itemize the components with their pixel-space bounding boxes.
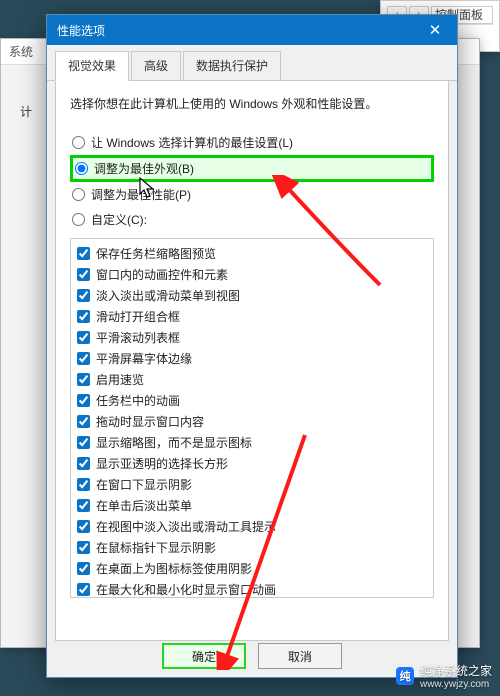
effect-item[interactable]: 窗口内的动画控件和元素	[77, 264, 427, 285]
effect-item[interactable]: 淡入淡出或滑动菜单到视图	[77, 285, 427, 306]
effect-label: 在窗口下显示阴影	[96, 476, 192, 493]
tab-pane-visual: 选择你想在此计算机上使用的 Windows 外观和性能设置。 让 Windows…	[55, 81, 449, 641]
watermark: 纯 纯净系统之家 www.ywjzy.com	[396, 662, 492, 690]
left-panel-label: 计	[20, 103, 32, 120]
effect-label: 平滑滚动列表框	[96, 329, 180, 346]
effect-checkbox[interactable]	[77, 478, 90, 491]
effect-item[interactable]: 在最大化和最小化时显示窗口动画	[77, 579, 427, 598]
effect-checkbox[interactable]	[77, 352, 90, 365]
effect-label: 显示亚透明的选择长方形	[96, 455, 228, 472]
effect-checkbox[interactable]	[77, 247, 90, 260]
effect-label: 保存任务栏缩略图预览	[96, 245, 216, 262]
effect-item[interactable]: 在单击后淡出菜单	[77, 495, 427, 516]
effect-label: 在视图中淡入淡出或滑动工具提示	[96, 518, 276, 535]
radio-label-auto: 让 Windows 选择计算机的最佳设置(L)	[91, 134, 293, 151]
radio-label-bestperf: 调整为最佳性能(P)	[91, 186, 191, 203]
radio-let-windows-choose[interactable]: 让 Windows 选择计算机的最佳设置(L)	[70, 130, 434, 155]
effect-label: 滑动打开组合框	[96, 308, 180, 325]
radio-label-custom: 自定义(C):	[91, 211, 147, 228]
effect-label: 在桌面上为图标标签使用阴影	[96, 560, 252, 577]
effect-item[interactable]: 保存任务栏缩略图预览	[77, 243, 427, 264]
effect-checkbox[interactable]	[77, 436, 90, 449]
effect-checkbox[interactable]	[77, 499, 90, 512]
effect-item[interactable]: 在窗口下显示阴影	[77, 474, 427, 495]
effect-checkbox[interactable]	[77, 583, 90, 596]
close-icon: ✕	[429, 21, 442, 39]
effect-item[interactable]: 在桌面上为图标标签使用阴影	[77, 558, 427, 579]
effect-checkbox[interactable]	[77, 394, 90, 407]
watermark-logo-icon: 纯	[396, 667, 414, 685]
ok-button[interactable]: 确定	[162, 643, 246, 669]
effect-label: 平滑屏幕字体边缘	[96, 350, 192, 367]
radio-input-bestperf[interactable]	[72, 188, 85, 201]
effect-checkbox[interactable]	[77, 310, 90, 323]
effect-checkbox[interactable]	[77, 373, 90, 386]
radio-input-custom[interactable]	[72, 213, 85, 226]
radio-input-bestlook[interactable]	[75, 162, 88, 175]
watermark-text: 纯净系统之家	[420, 662, 492, 679]
effect-checkbox[interactable]	[77, 541, 90, 554]
effect-item[interactable]: 显示亚透明的选择长方形	[77, 453, 427, 474]
effect-item[interactable]: 任务栏中的动画	[77, 390, 427, 411]
effect-item[interactable]: 在鼠标指针下显示阴影	[77, 537, 427, 558]
tab-bar: 视觉效果 高级 数据执行保护	[47, 45, 457, 81]
description-text: 选择你想在此计算机上使用的 Windows 外观和性能设置。	[70, 95, 434, 112]
effect-label: 拖动时显示窗口内容	[96, 413, 204, 430]
tab-visual-effects[interactable]: 视觉效果	[55, 51, 129, 81]
effect-item[interactable]: 显示缩略图，而不是显示图标	[77, 432, 427, 453]
effect-item[interactable]: 滑动打开组合框	[77, 306, 427, 327]
effect-checkbox[interactable]	[77, 520, 90, 533]
watermark-url: www.ywjzy.com	[420, 679, 492, 690]
effect-label: 显示缩略图，而不是显示图标	[96, 434, 252, 451]
effects-list[interactable]: 保存任务栏缩略图预览窗口内的动画控件和元素淡入淡出或滑动菜单到视图滑动打开组合框…	[70, 238, 434, 598]
titlebar[interactable]: 性能选项 ✕	[47, 15, 457, 45]
cancel-button[interactable]: 取消	[258, 643, 342, 669]
radio-best-performance[interactable]: 调整为最佳性能(P)	[70, 182, 434, 207]
radio-input-auto[interactable]	[72, 136, 85, 149]
effect-label: 在鼠标指针下显示阴影	[96, 539, 216, 556]
effect-item[interactable]: 在视图中淡入淡出或滑动工具提示	[77, 516, 427, 537]
effect-checkbox[interactable]	[77, 331, 90, 344]
effect-item[interactable]: 平滑滚动列表框	[77, 327, 427, 348]
effect-checkbox[interactable]	[77, 268, 90, 281]
effect-checkbox[interactable]	[77, 415, 90, 428]
effect-checkbox[interactable]	[77, 289, 90, 302]
radio-best-appearance[interactable]: 调整为最佳外观(B)	[70, 155, 434, 182]
effect-label: 在单击后淡出菜单	[96, 497, 192, 514]
effect-label: 窗口内的动画控件和元素	[96, 266, 228, 283]
dialog-title: 性能选项	[57, 22, 105, 39]
effect-label: 淡入淡出或滑动菜单到视图	[96, 287, 240, 304]
tab-advanced[interactable]: 高级	[131, 51, 181, 80]
tab-dep[interactable]: 数据执行保护	[183, 51, 281, 80]
effect-label: 启用速览	[96, 371, 144, 388]
effect-checkbox[interactable]	[77, 457, 90, 470]
radio-label-bestlook: 调整为最佳外观(B)	[94, 160, 194, 177]
effect-item[interactable]: 启用速览	[77, 369, 427, 390]
effect-label: 任务栏中的动画	[96, 392, 180, 409]
effect-item[interactable]: 平滑屏幕字体边缘	[77, 348, 427, 369]
effect-label: 在最大化和最小化时显示窗口动画	[96, 581, 276, 598]
effect-item[interactable]: 拖动时显示窗口内容	[77, 411, 427, 432]
effect-checkbox[interactable]	[77, 562, 90, 575]
close-button[interactable]: ✕	[413, 15, 457, 45]
radio-custom[interactable]: 自定义(C):	[70, 207, 434, 232]
performance-options-dialog: 性能选项 ✕ 视觉效果 高级 数据执行保护 选择你想在此计算机上使用的 Wind…	[46, 14, 458, 678]
